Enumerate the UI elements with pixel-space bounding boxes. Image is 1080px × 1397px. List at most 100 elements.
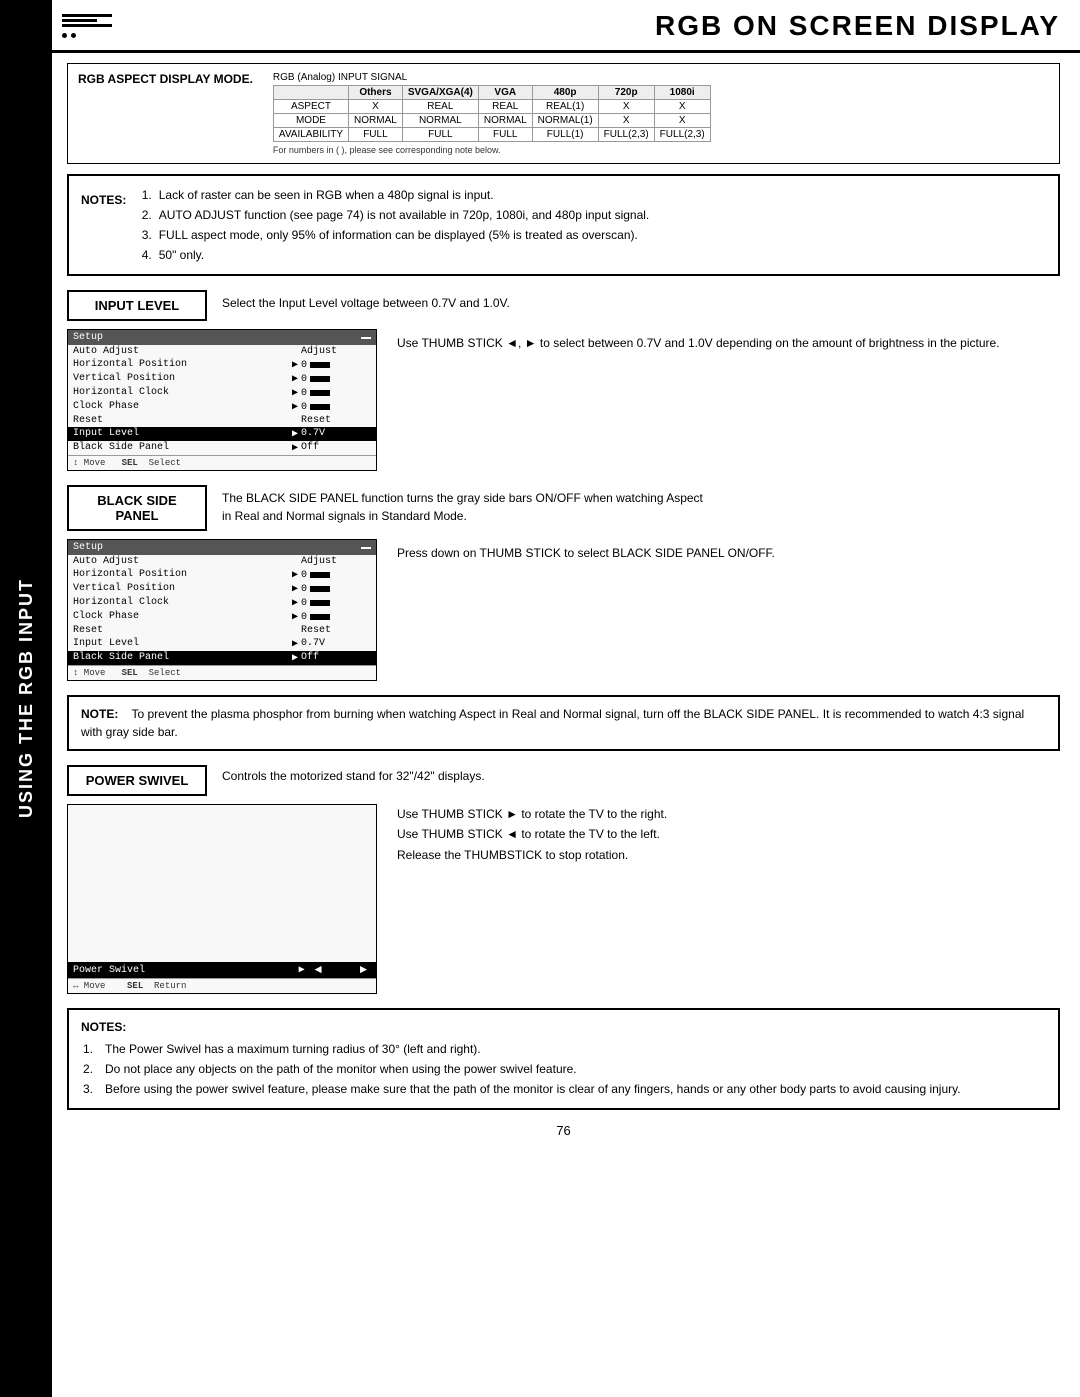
mini-bar (310, 572, 330, 578)
logo-lines (62, 14, 112, 27)
cell: REAL(1) (532, 100, 598, 114)
row-arrow (289, 556, 301, 567)
row-name: Vertical Position (73, 373, 289, 385)
row-arrow (289, 415, 301, 426)
black-side-panel-body-text: Press down on THUMB STICK to select BLAC… (397, 539, 1060, 563)
col-vga: VGA (478, 86, 532, 100)
cell: REAL (402, 100, 478, 114)
table-row: ASPECT X REAL REAL REAL(1) X X (273, 100, 710, 114)
ps-body: Power Swivel ▶ ◄ ► ↔ Move SEL Return (67, 804, 1060, 994)
note-title: NOTE: (81, 707, 118, 721)
mini-bar (310, 376, 330, 382)
ps-menu-label: Power Swivel (73, 965, 299, 976)
row-name: Black Side Panel (73, 652, 289, 664)
note-num-3: 3. (142, 226, 157, 244)
black-side-panel-header: BLACK SIDEPANEL The BLACK SIDE PANEL fun… (67, 485, 1060, 531)
mini-bar (310, 362, 330, 368)
row-arrow: ▶ (289, 652, 301, 664)
ps-text-line-3: Release the THUMBSTICK to stop rotation. (397, 845, 1060, 865)
bn-num-1: 1. (83, 1040, 103, 1058)
row-name: Horizontal Clock (73, 597, 289, 609)
cell: X (598, 114, 654, 128)
bar-value: 0 (301, 359, 371, 371)
notes-intro (130, 193, 137, 207)
row-arrow: ▶ (289, 428, 301, 440)
osd-footer-2: ↕ Move SEL Select (68, 665, 376, 680)
cell: NORMAL(1) (532, 114, 598, 128)
bottom-note-row-1: 1. The Power Swivel has a maximum turnin… (83, 1040, 961, 1058)
mini-bar (310, 600, 330, 606)
black-side-panel-section: BLACK SIDEPANEL The BLACK SIDE PANEL fun… (67, 485, 1060, 681)
logo-dot-1 (62, 33, 67, 38)
row-arrow: ▶ (289, 373, 301, 385)
row-name: Reset (73, 625, 289, 636)
aspect-label: RGB ASPECT DISPLAY MODE. (78, 72, 253, 86)
black-side-panel-osd: Setup Auto Adjust Adjust Horizontal Posi… (67, 539, 377, 681)
ps-arrow-indicator: ▶ (299, 964, 311, 976)
row-mode-label: MODE (273, 114, 348, 128)
bar-value: 0 (301, 401, 371, 413)
note-text: To prevent the plasma phosphor from burn… (81, 707, 1024, 739)
bottom-notes-title: NOTES: (81, 1020, 126, 1034)
row-name: Input Level (73, 428, 289, 440)
logo-dots (62, 33, 112, 38)
page: USING THE RGB INPUT RGB ON SCREEN DISPLA… (0, 0, 1080, 1397)
bn-num-3: 3. (83, 1080, 103, 1098)
col-others: Others (349, 86, 403, 100)
cell: NORMAL (478, 114, 532, 128)
row-arrow: ▶ (289, 569, 301, 581)
row-name: Clock Phase (73, 401, 289, 413)
bottom-note-row-2: 2. Do not place any objects on the path … (83, 1060, 961, 1078)
osd-title-text: Setup (73, 332, 103, 343)
cell: REAL (478, 100, 532, 114)
row-arrow: ▶ (289, 611, 301, 623)
bottom-note-row-3: 3. Before using the power swivel feature… (83, 1080, 961, 1098)
row-value: 0.7V (301, 638, 371, 650)
note-text-4: 50" only. (159, 246, 650, 264)
osd-row-input-level-2: Input Level ▶ 0.7V (68, 637, 376, 651)
note-text-3: FULL aspect mode, only 95% of informatio… (159, 226, 650, 244)
row-value: Off (301, 442, 371, 454)
page-number: 76 (67, 1118, 1060, 1143)
aspect-caption: For numbers in ( ), please see correspon… (273, 145, 711, 155)
input-level-osd: Setup Auto Adjust Adjust Horizontal Posi… (67, 329, 377, 471)
osd-title-bar (361, 547, 371, 549)
osd-row-input-level-selected: Input Level ▶ 0.7V (68, 427, 376, 441)
note-text-1: Lack of raster can be seen in RGB when a… (159, 186, 650, 204)
row-name: Auto Adjust (73, 346, 289, 357)
page-title: RGB ON SCREEN DISPLAY (655, 10, 1060, 42)
logo-dot-2 (71, 33, 76, 38)
power-swivel-section: POWER SWIVEL Controls the motorized stan… (67, 765, 1060, 994)
osd-row-cphase-2: Clock Phase ▶ 0 (68, 610, 376, 624)
row-value: 0.7V (301, 428, 371, 440)
row-name: Horizontal Position (73, 569, 289, 581)
row-value: Reset (301, 625, 371, 636)
osd-row-reset: Reset Reset (68, 414, 376, 427)
bn-text-2: Do not place any objects on the path of … (105, 1060, 961, 1078)
bn-text-1: The Power Swivel has a maximum turning r… (105, 1040, 961, 1058)
input-level-desc: Select the Input Level voltage between 0… (222, 290, 510, 312)
row-arrow: ▶ (289, 638, 301, 650)
bottom-notes-table: 1. The Power Swivel has a maximum turnin… (81, 1038, 963, 1100)
row-avail-label: AVAILABILITY (273, 128, 348, 142)
mini-bar (310, 390, 330, 396)
row-value: Adjust (301, 346, 371, 357)
row-name: Reset (73, 415, 289, 426)
note-row-3: 3. FULL aspect mode, only 95% of informa… (142, 226, 650, 244)
logo-line-1 (62, 14, 112, 17)
cell: NORMAL (402, 114, 478, 128)
cell: NORMAL (349, 114, 403, 128)
input-level-section: INPUT LEVEL Select the Input Level volta… (67, 290, 1060, 471)
osd-row-black-side: Black Side Panel ▶ Off (68, 441, 376, 455)
osd-title: Setup (68, 330, 376, 345)
bn-num-2: 2. (83, 1060, 103, 1078)
bn-text-3: Before using the power swivel feature, p… (105, 1080, 961, 1098)
aspect-table: Others SVGA/XGA(4) VGA 480p 720p 1080i (273, 85, 711, 142)
cell: X (654, 114, 710, 128)
signal-label: RGB (Analog) INPUT SIGNAL (273, 72, 711, 83)
sidebar: USING THE RGB INPUT (0, 0, 52, 1397)
osd-title-text: Setup (73, 542, 103, 553)
cell: FULL(2,3) (598, 128, 654, 142)
row-name: Vertical Position (73, 583, 289, 595)
aspect-section-inner: RGB ASPECT DISPLAY MODE. RGB (Analog) IN… (78, 72, 1049, 155)
